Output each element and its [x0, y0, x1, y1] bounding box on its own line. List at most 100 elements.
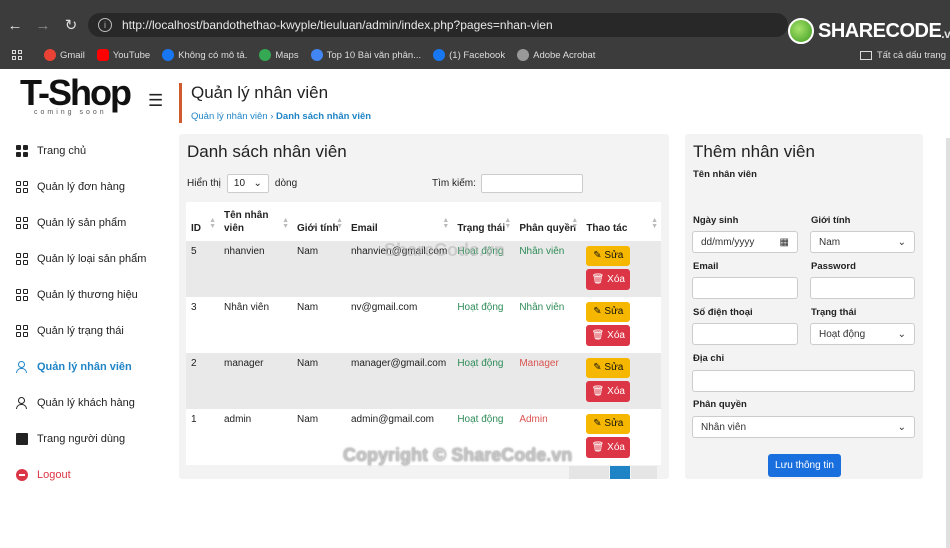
- menu-toggle-icon[interactable]: ☰: [148, 91, 163, 111]
- breadcrumb-parent[interactable]: Quản lý nhân viên: [191, 111, 268, 122]
- sidebar-item-user-site[interactable]: Trang người dùng: [16, 421, 166, 457]
- search-label: Tìm kiếm:: [432, 178, 476, 189]
- edit-button[interactable]: ✎ Sửa: [586, 414, 631, 434]
- bookmarks-bar: Gmail YouTube Không có mô tả. Maps Top 1…: [0, 44, 950, 66]
- grid-icon: [16, 253, 28, 265]
- dob-label: Ngày sinh: [693, 215, 739, 226]
- edit-icon: ✎: [593, 362, 602, 373]
- bookmark-top10[interactable]: Top 10 Bài văn phân...: [310, 49, 421, 61]
- table-row: 3 Nhân viên Nam nv@gmail.com Hoạt động N…: [186, 297, 661, 353]
- all-bookmarks[interactable]: Tất cả dấu trang: [859, 50, 946, 61]
- search-input[interactable]: [480, 174, 583, 193]
- monitor-icon: [16, 433, 28, 445]
- col-email[interactable]: Email ▲ ▼: [346, 202, 453, 241]
- sidebar-item-customers[interactable]: Quản lý khách hàng: [16, 385, 166, 421]
- admin-page: T-Shop coming soon ☰ Trang chủ Quản lý đ…: [0, 69, 950, 548]
- dob-field[interactable]: dd/mm/yyyy ▦: [692, 231, 798, 253]
- password-field[interactable]: [810, 277, 915, 299]
- grid-icon: [16, 181, 28, 193]
- facebook-icon: [162, 49, 175, 61]
- table-row: 1 admin Nam admin@gmail.com Hoạt động Ad…: [186, 409, 661, 465]
- col-actions[interactable]: Thao tác ▲ ▼: [581, 202, 661, 241]
- chrome-icon: [310, 49, 323, 61]
- page-length-select[interactable]: 10 ⌄: [226, 174, 269, 193]
- gmail-icon: [44, 49, 56, 61]
- pagination: [569, 466, 658, 479]
- gender-label: Giới tính: [811, 215, 851, 226]
- site-info-icon[interactable]: i: [98, 18, 112, 32]
- phone-field[interactable]: [692, 323, 798, 345]
- breadcrumb-current: Danh sách nhân viên: [276, 111, 372, 122]
- sidebar-item-home[interactable]: Trang chủ: [16, 133, 166, 169]
- sidebar: Trang chủ Quản lý đơn hàng Quản lý sản p…: [16, 133, 166, 493]
- address-field[interactable]: [692, 370, 915, 392]
- bookmark-acrobat[interactable]: Adobe Acrobat: [517, 49, 595, 61]
- grid-icon: [16, 325, 28, 337]
- row-actions: ✎ Sửa 🗑 Xóa: [581, 297, 661, 353]
- reload-icon[interactable]: ↻: [58, 16, 84, 34]
- sharecode-ball-icon: [788, 18, 814, 44]
- sidebar-item-categories[interactable]: Quản lý loại sản phẩm: [16, 241, 166, 277]
- folder-icon: [859, 50, 872, 60]
- bookmark-maps[interactable]: Maps: [259, 49, 299, 61]
- bookmark-gmail[interactable]: Gmail: [44, 49, 85, 61]
- name-label: Tên nhân viên: [693, 169, 757, 180]
- save-button[interactable]: Lưu thông tin: [768, 454, 841, 477]
- brand-logo[interactable]: T-Shop coming soon: [20, 72, 140, 117]
- col-id[interactable]: ID ▲ ▼: [186, 202, 219, 241]
- delete-button[interactable]: 🗑 Xóa: [586, 381, 631, 402]
- edit-button[interactable]: ✎ Sửa: [586, 246, 631, 266]
- browser-toolbar: ← → ↻ i http://localhost/bandothethao-kw…: [0, 8, 950, 44]
- page-title: Quản lý nhân viên: [191, 83, 329, 102]
- edit-button[interactable]: ✎ Sửa: [586, 358, 631, 378]
- row-actions: ✎ Sửa 🗑 Xóa: [581, 409, 661, 465]
- phone-label: Số điện thoại: [693, 307, 753, 318]
- brand-name: T-Shop: [20, 72, 132, 113]
- search-control: Tìm kiếm:: [432, 174, 583, 193]
- apps-icon[interactable]: [12, 50, 22, 60]
- grid-icon: [16, 289, 28, 301]
- bookmark-facebook-page[interactable]: Không có mô tả.: [162, 49, 247, 61]
- logout-icon: [16, 469, 28, 481]
- sidebar-item-products[interactable]: Quản lý sản phẩm: [16, 205, 166, 241]
- calendar-icon[interactable]: ▦: [780, 237, 789, 248]
- password-label: Password: [811, 261, 856, 272]
- trash-icon: 🗑: [591, 442, 605, 453]
- status-select[interactable]: Hoạt động ⌄: [810, 323, 915, 345]
- role-select[interactable]: Nhân viên ⌄: [692, 416, 915, 438]
- back-icon[interactable]: ←: [2, 17, 28, 34]
- gender-select[interactable]: Nam ⌄: [810, 231, 915, 253]
- col-gender[interactable]: Giới tính ▲ ▼: [292, 202, 346, 241]
- sidebar-item-employees[interactable]: Quản lý nhân viên: [16, 349, 166, 385]
- delete-button[interactable]: 🗑 Xóa: [586, 325, 631, 346]
- delete-button[interactable]: 🗑 Xóa: [586, 269, 631, 290]
- forward-icon[interactable]: →: [30, 17, 56, 34]
- row-actions: ✎ Sửa 🗑 Xóa: [581, 353, 661, 409]
- col-status[interactable]: Trạng thái ▲ ▼: [452, 202, 515, 241]
- row-actions: ✎ Sửa 🗑 Xóa: [581, 241, 661, 297]
- add-employee-card: Thêm nhân viên Tên nhân viên Ngày sinh d…: [685, 134, 923, 479]
- pagination-next[interactable]: [631, 466, 657, 479]
- sidebar-item-brands[interactable]: Quản lý thương hiệu: [16, 277, 166, 313]
- grid-icon: [16, 217, 28, 229]
- pagination-page-current[interactable]: [610, 466, 630, 479]
- sidebar-item-orders[interactable]: Quản lý đơn hàng: [16, 169, 166, 205]
- col-role[interactable]: Phân quyền ▲ ▼: [514, 202, 582, 241]
- list-title: Danh sách nhân viên: [187, 142, 347, 161]
- bookmark-facebook[interactable]: (1) Facebook: [433, 49, 505, 61]
- trash-icon: 🗑: [591, 386, 605, 397]
- edit-button[interactable]: ✎ Sửa: [586, 302, 631, 322]
- page-length-control: Hiển thị 10 ⌄ dòng: [187, 174, 297, 193]
- person-icon: [16, 361, 28, 373]
- email-field[interactable]: [692, 277, 798, 299]
- bookmark-youtube[interactable]: YouTube: [96, 49, 150, 61]
- page-scrollbar[interactable]: [946, 138, 950, 548]
- email-label: Email: [693, 261, 719, 272]
- sidebar-item-logout[interactable]: Logout: [16, 457, 166, 493]
- address-bar[interactable]: i http://localhost/bandothethao-kwyple/t…: [88, 13, 788, 37]
- sidebar-item-statuses[interactable]: Quản lý trạng thái: [16, 313, 166, 349]
- edit-icon: ✎: [593, 418, 602, 429]
- col-name[interactable]: Tên nhân viên ▲ ▼: [219, 202, 292, 241]
- pagination-prev[interactable]: [569, 466, 609, 479]
- delete-button[interactable]: 🗑 Xóa: [586, 437, 631, 458]
